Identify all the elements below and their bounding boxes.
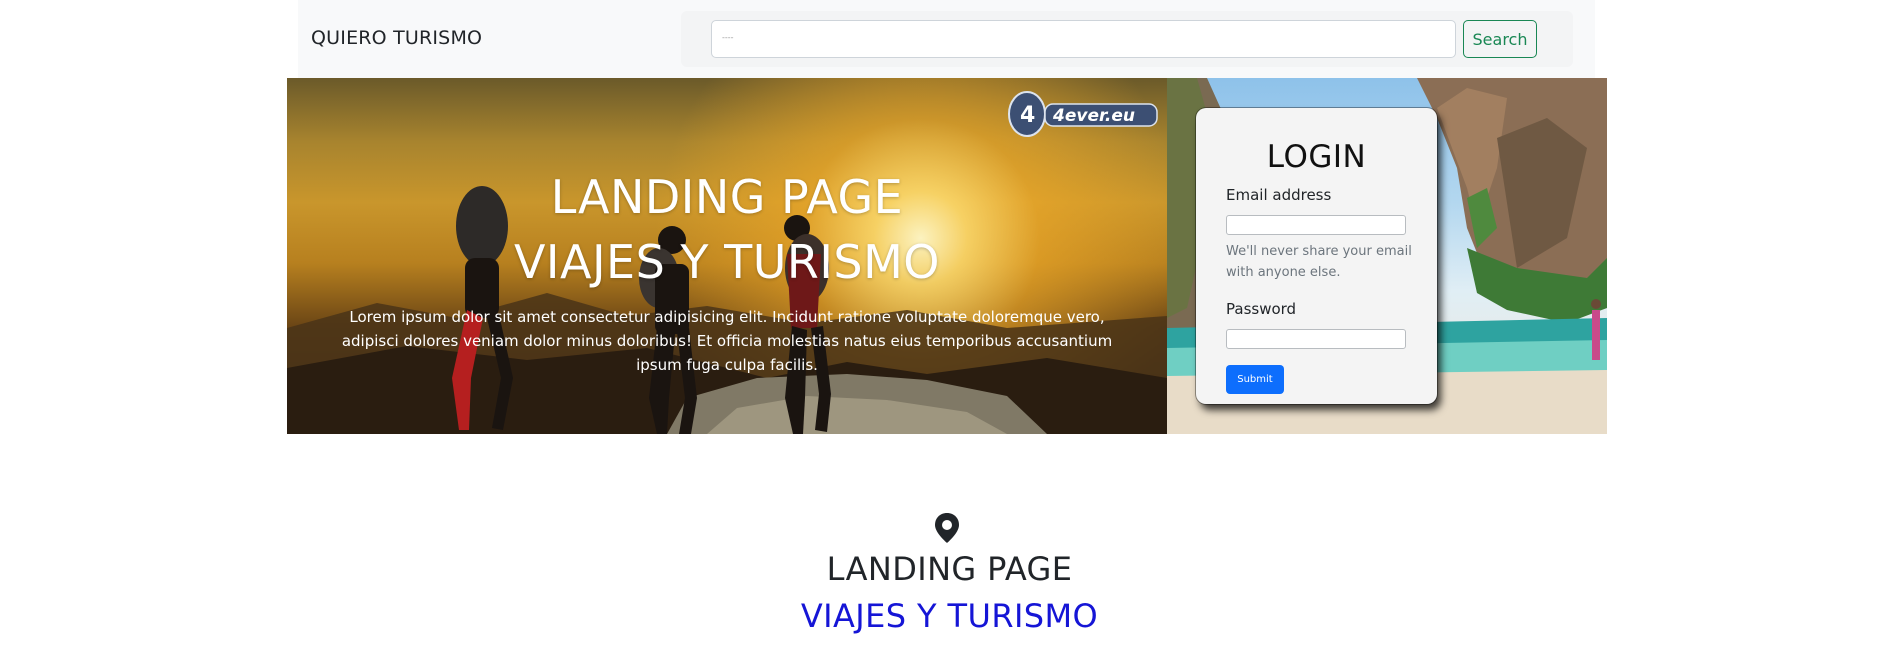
- hero-title-line2: VIAJES Y TURISMO: [513, 235, 941, 289]
- hero-banner: 4 4ever.eu LANDING PAGE VIAJES Y TURISMO…: [287, 78, 1167, 434]
- 4ever-watermark-logo: 4 4ever.eu: [1008, 91, 1158, 137]
- svg-text:4: 4: [1020, 103, 1035, 128]
- search-form: ---- Search: [681, 11, 1573, 67]
- submit-button[interactable]: Submit: [1226, 365, 1284, 394]
- login-title: LOGIN: [1266, 139, 1367, 175]
- section-subtitle: VIAJES Y TURISMO: [800, 597, 1099, 635]
- login-form: LOGIN Email address We'll never share yo…: [1196, 108, 1437, 404]
- search-button[interactable]: Search: [1463, 20, 1537, 58]
- password-label: Password: [1226, 300, 1297, 318]
- password-field[interactable]: [1226, 329, 1406, 349]
- section-title: LANDING PAGE: [826, 550, 1073, 588]
- email-help-text: We'll never share your email with anyone…: [1226, 244, 1412, 280]
- hero-description: Lorem ipsum dolor sit amet consectetur a…: [341, 308, 1113, 374]
- email-field[interactable]: [1226, 215, 1406, 235]
- search-input[interactable]: ----: [711, 20, 1456, 58]
- top-navbar: QUIERO TURISMO ---- Search: [298, 0, 1595, 78]
- watermark-text: 4ever.eu: [1052, 106, 1135, 126]
- map-pin-icon: [935, 513, 959, 543]
- email-label: Email address: [1226, 186, 1332, 204]
- hero-title-line1: LANDING PAGE: [550, 170, 904, 224]
- brand-link[interactable]: QUIERO TURISMO: [311, 27, 482, 49]
